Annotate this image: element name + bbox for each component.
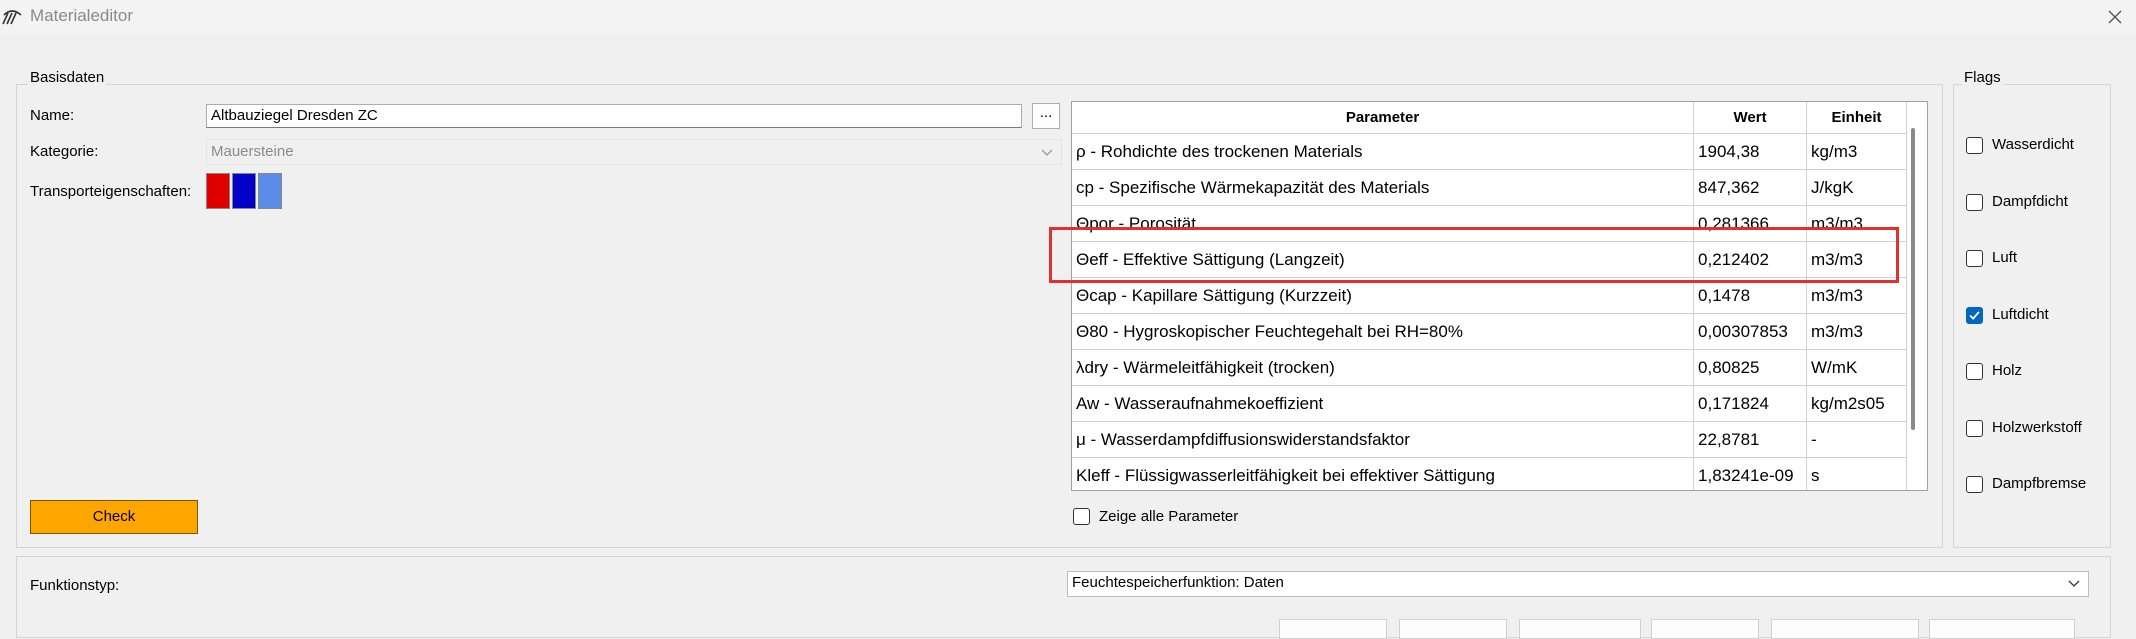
param-cell[interactable]: cp - Spezifische Wärmekapazität des Mate… <box>1072 169 1695 206</box>
value-cell[interactable]: 1904,38 <box>1693 133 1808 170</box>
unit-cell[interactable]: - <box>1806 421 1907 458</box>
transport-swatch[interactable] <box>206 173 230 209</box>
value-cell[interactable]: 0,171824 <box>1693 385 1808 422</box>
table-scrollbar[interactable] <box>1911 128 1915 430</box>
basisdaten-group-label: Basisdaten <box>28 69 107 86</box>
table-header-row: Parameter Wert Einheit <box>1072 102 1907 134</box>
show-all-checkbox[interactable] <box>1073 508 1090 525</box>
app-logo-icon <box>2 10 22 25</box>
close-icon[interactable] <box>2104 6 2126 28</box>
flags-group-label: Flags <box>1962 69 2003 86</box>
table-row[interactable]: cp - Spezifische Wärmekapazität des Mate… <box>1072 169 1907 206</box>
table-row[interactable]: Aw - Wasseraufnahmekoeffizient 0,171824 kg… <box>1072 385 1907 422</box>
highlight-box <box>1049 227 1899 283</box>
param-cell[interactable]: Θ80 - Hygroskopischer Feuchtegehalt bei … <box>1072 313 1695 350</box>
name-label: Name: <box>30 107 75 124</box>
table-row[interactable]: μ - Wasserdampfdiffusionswiderstandsfakt… <box>1072 421 1907 458</box>
table-row[interactable]: Θ80 - Hygroskopischer Feuchtegehalt bei … <box>1072 313 1907 350</box>
transport-swatch[interactable] <box>258 173 282 209</box>
flag-checkbox[interactable] <box>1966 363 1983 380</box>
function-select[interactable]: Feuchtespeicherfunktion: Daten <box>1067 571 2089 597</box>
flag-label: Dampfbremse <box>1992 475 2087 492</box>
bottom-button-6[interactable] <box>1929 619 2075 639</box>
flag-label: Holzwerkstoff <box>1992 418 2082 436</box>
flag-checkbox[interactable] <box>1966 250 1983 267</box>
param-cell[interactable]: μ - Wasserdampfdiffusionswiderstandsfakt… <box>1072 421 1695 458</box>
flag-checkbox[interactable] <box>1966 137 1983 154</box>
flag-label: Luft <box>1992 249 2018 266</box>
function-value: Feuchtespeicherfunktion: Daten <box>1072 574 1284 591</box>
value-cell[interactable]: 22,8781 <box>1693 421 1808 458</box>
table-row[interactable]: ρ - Rohdichte des trockenen Materials 190… <box>1072 133 1907 170</box>
flag-label: Dampfdicht <box>1992 192 2068 210</box>
bottom-button-5[interactable] <box>1771 619 1919 639</box>
table-row[interactable]: λdry - Wärmeleitfähigkeit (trocken) 0,808… <box>1072 349 1907 386</box>
flag-checkbox[interactable] <box>1966 476 1983 493</box>
title-bar: Materialeditor <box>0 0 2136 34</box>
flag-label: Luftdicht <box>1992 305 2049 323</box>
column-header[interactable]: Parameter <box>1072 102 1695 134</box>
flag-checkbox[interactable] <box>1966 193 1983 211</box>
unit-cell[interactable]: W/mK <box>1806 349 1907 386</box>
name-input[interactable]: Altbauziegel Dresden ZC <box>206 104 1022 128</box>
column-header[interactable]: Wert <box>1693 102 1808 134</box>
param-cell[interactable]: ρ - Rohdichte des trockenen Materials <box>1072 133 1695 170</box>
value-cell[interactable]: 847,362 <box>1693 169 1808 206</box>
bottom-button-3[interactable] <box>1519 619 1641 639</box>
unit-cell[interactable]: kg/m3 <box>1806 133 1907 170</box>
flag-label: Wasserdicht <box>1992 136 2074 153</box>
chevron-down-icon <box>1041 149 1053 156</box>
transport-label: Transporteigenschaften: <box>30 183 192 200</box>
check-button[interactable]: Check <box>30 500 198 534</box>
param-cell[interactable]: Aw - Wasseraufnahmekoeffizient <box>1072 385 1695 422</box>
value-cell[interactable]: 1,83241e-09 <box>1693 457 1808 490</box>
value-cell[interactable]: 0,00307853 <box>1693 313 1808 350</box>
flag-label: Holz <box>1992 362 2023 379</box>
checkmark-icon <box>1969 310 1980 320</box>
parameter-table: Parameter Wert Einheit ρ - Rohdichte des t… <box>1071 101 1928 491</box>
chevron-down-icon <box>2068 580 2080 587</box>
unit-cell[interactable]: J/kgK <box>1806 169 1907 206</box>
browse-button[interactable]: ... <box>1032 103 1060 129</box>
bottom-button-1[interactable] <box>1279 619 1387 639</box>
column-header[interactable]: Einheit <box>1806 102 1907 134</box>
table-body: ρ - Rohdichte des trockenen Materials 190… <box>1072 133 1907 490</box>
kategorie-value: Mauersteine <box>211 143 294 160</box>
kategorie-label: Kategorie: <box>30 143 99 160</box>
param-cell[interactable]: Kleff - Flüssigwasserleitfähigkeit bei e… <box>1072 457 1695 490</box>
flag-checkbox[interactable] <box>1966 419 1983 437</box>
unit-cell[interactable]: s <box>1806 457 1907 490</box>
unit-cell[interactable]: m3/m3 <box>1806 313 1907 350</box>
function-label: Funktionstyp: <box>30 577 120 594</box>
value-cell[interactable]: 0,80825 <box>1693 349 1808 386</box>
param-cell[interactable]: λdry - Wärmeleitfähigkeit (trocken) <box>1072 349 1695 386</box>
unit-cell[interactable]: kg/m2s05 <box>1806 385 1907 422</box>
transport-swatch[interactable] <box>232 173 256 209</box>
table-row[interactable]: Kleff - Flüssigwasserleitfähigkeit bei e… <box>1072 457 1907 490</box>
bottom-button-4[interactable] <box>1651 619 1759 639</box>
bottom-button-2[interactable] <box>1399 619 1507 639</box>
show-all-label: Zeige alle Parameter <box>1099 508 1239 525</box>
kategorie-select[interactable]: Mauersteine <box>206 139 1062 165</box>
window-title: Materialeditor <box>30 6 133 25</box>
flag-checkbox[interactable] <box>1966 306 1983 324</box>
